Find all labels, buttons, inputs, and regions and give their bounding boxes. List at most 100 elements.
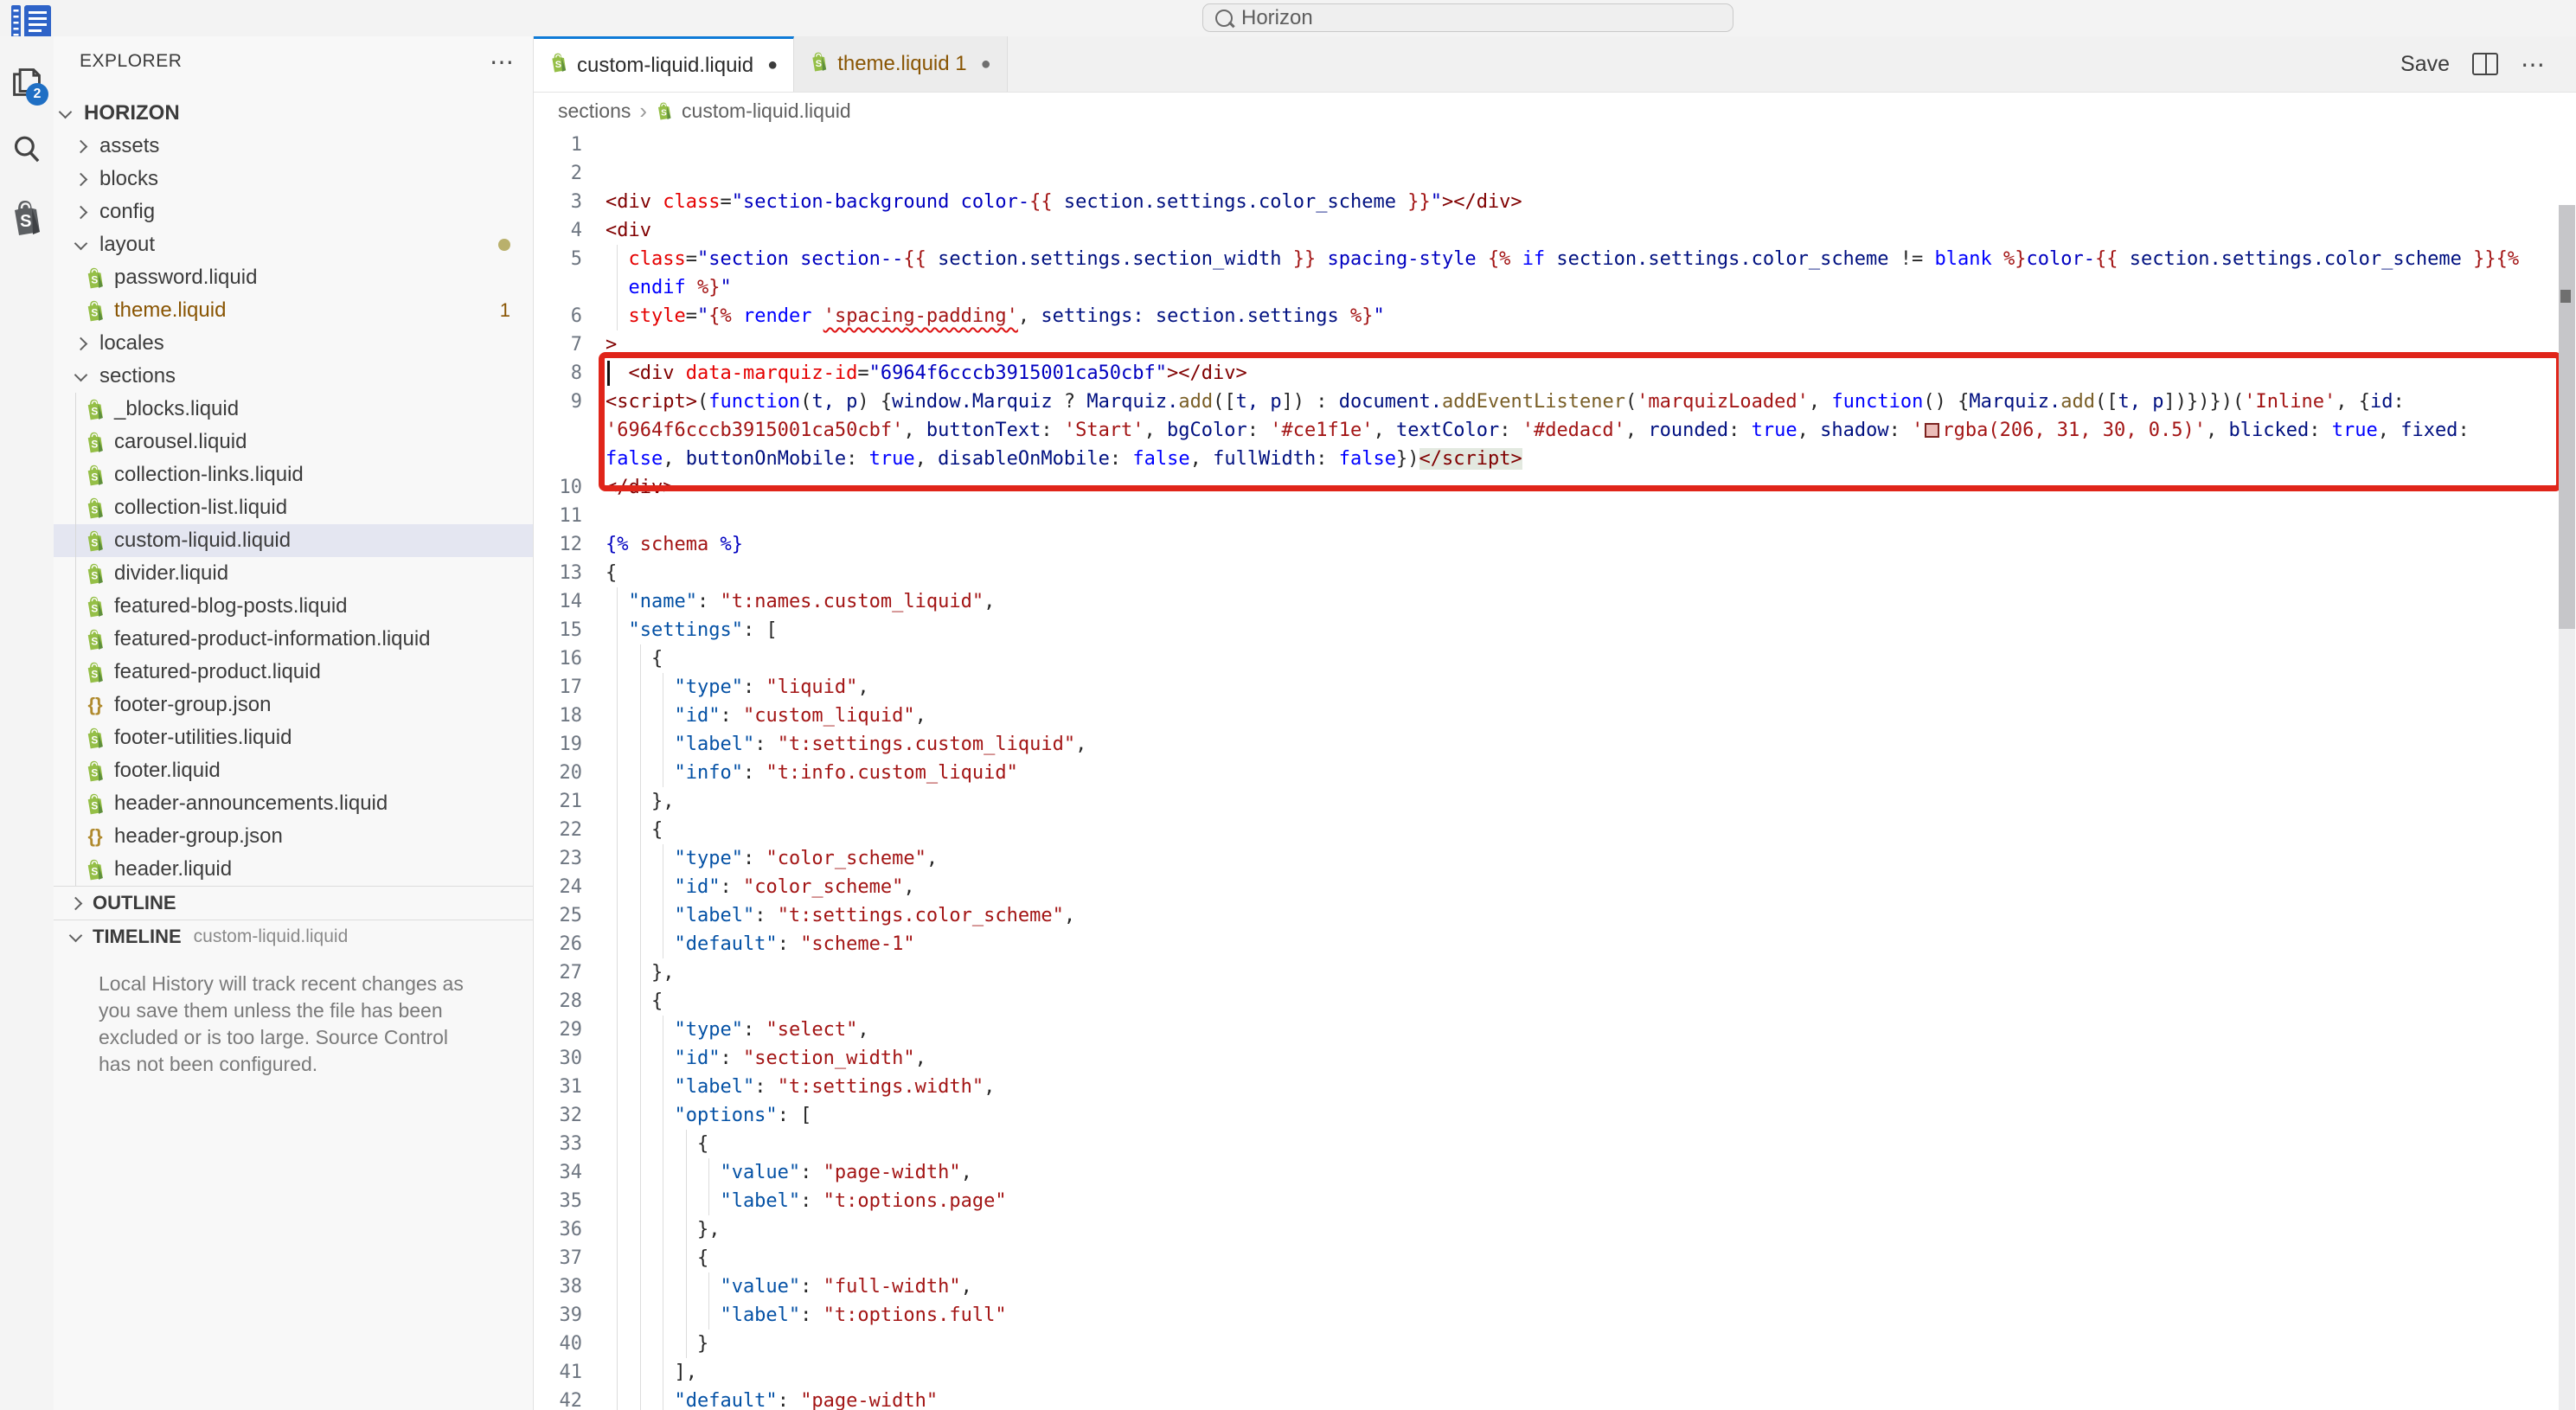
tree-item-blocks[interactable]: blocks	[54, 163, 533, 195]
code-line[interactable]: 18 "id": "custom_liquid",	[534, 702, 2576, 730]
indent-guide	[617, 644, 618, 673]
timeline-section-header[interactable]: TIMELINE custom-liquid.liquid	[54, 920, 533, 953]
indent-guide	[686, 1187, 687, 1215]
code-line[interactable]: 6 style="{% render 'spacing-padding', se…	[534, 302, 2576, 330]
code-line[interactable]: 26 "default": "scheme-1"	[534, 930, 2576, 958]
code-line[interactable]: 37 {	[534, 1244, 2576, 1272]
tree-item-featured-product-information-liquid[interactable]: Sfeatured-product-information.liquid	[54, 623, 533, 656]
code-line[interactable]: 25 "label": "t:settings.color_scheme",	[534, 901, 2576, 930]
indent-guide	[640, 1387, 641, 1410]
tree-item-footer-liquid[interactable]: Sfooter.liquid	[54, 754, 533, 787]
code-line[interactable]: 41 ],	[534, 1358, 2576, 1387]
tree-item-sections[interactable]: sections	[54, 360, 533, 393]
tree-item-label: carousel.liquid	[114, 430, 247, 454]
tree-item-custom-liquid-liquid[interactable]: Scustom-liquid.liquid	[54, 524, 533, 557]
tab-custom-liquid-liquid[interactable]: Scustom-liquid.liquid●	[534, 36, 794, 92]
tree-item-divider-liquid[interactable]: Sdivider.liquid	[54, 557, 533, 590]
code-line[interactable]: 19 "label": "t:settings.custom_liquid",	[534, 730, 2576, 759]
tree-item-carousel-liquid[interactable]: Scarousel.liquid	[54, 426, 533, 458]
tree-item-label: _blocks.liquid	[114, 397, 239, 421]
code-line[interactable]: 15 "settings": [	[534, 616, 2576, 644]
code-line[interactable]: 27 },	[534, 958, 2576, 987]
code-line[interactable]: 16 {	[534, 644, 2576, 673]
scrollbar-thumb[interactable]	[2559, 205, 2575, 629]
code-line[interactable]: 17 "type": "liquid",	[534, 673, 2576, 702]
code-line[interactable]: 14 "name": "t:names.custom_liquid",	[534, 587, 2576, 616]
code-line[interactable]: 1	[534, 131, 2576, 159]
explorer-activity-button[interactable]: 2	[0, 48, 54, 116]
search-activity-button[interactable]	[0, 116, 54, 183]
tree-item-header-announcements-liquid[interactable]: Sheader-announcements.liquid	[54, 787, 533, 820]
json-icon: {}	[85, 694, 106, 716]
code-line[interactable]: 4<div	[534, 216, 2576, 245]
code-line[interactable]: 11	[534, 502, 2576, 530]
code-line[interactable]: 40 }	[534, 1330, 2576, 1358]
code-line[interactable]: 20 "info": "t:info.custom_liquid"	[534, 759, 2576, 787]
code-line[interactable]: 36 },	[534, 1215, 2576, 1244]
code-line[interactable]: '6964f6cccb3915001ca50cbf', buttonText: …	[534, 416, 2576, 445]
code-line[interactable]: 5 class="section section--{{ section.set…	[534, 245, 2576, 273]
command-center-search[interactable]: Horizon	[1202, 3, 1733, 32]
code-line[interactable]: 9<script>(function(t, p) {window.Marquiz…	[534, 388, 2576, 416]
tree-item-locales[interactable]: locales	[54, 327, 533, 360]
code-line[interactable]: 22 {	[534, 816, 2576, 844]
code-line[interactable]: 12{% schema %}	[534, 530, 2576, 559]
code-line[interactable]: 13{	[534, 559, 2576, 587]
code-line[interactable]: 38 "value": "full-width",	[534, 1272, 2576, 1301]
breadcrumb-file[interactable]: custom-liquid.liquid	[682, 99, 851, 123]
tree-item-horizon[interactable]: HORIZON	[54, 97, 533, 130]
code-line[interactable]: 33 {	[534, 1130, 2576, 1158]
breadcrumb-folder[interactable]: sections	[558, 99, 631, 123]
code-line[interactable]: 39 "label": "t:options.full"	[534, 1301, 2576, 1330]
indent-guide	[640, 1272, 641, 1301]
code-editor[interactable]: 123<div class="section-background color-…	[534, 129, 2576, 1410]
code-line[interactable]: 21 },	[534, 787, 2576, 816]
tree-item-collection-links-liquid[interactable]: Scollection-links.liquid	[54, 458, 533, 491]
code-line[interactable]: 3<div class="section-background color-{{…	[534, 188, 2576, 216]
tree-item-layout[interactable]: layout	[54, 228, 533, 261]
code-line[interactable]: 28 {	[534, 987, 2576, 1016]
code-line[interactable]: 31 "label": "t:settings.width",	[534, 1073, 2576, 1101]
code-line[interactable]: 32 "options": [	[534, 1101, 2576, 1130]
code-text: }	[606, 1330, 708, 1358]
code-line[interactable]: 30 "id": "section_width",	[534, 1044, 2576, 1073]
tree-item-featured-product-liquid[interactable]: Sfeatured-product.liquid	[54, 656, 533, 689]
code-line[interactable]: 2	[534, 159, 2576, 188]
save-button[interactable]: Save	[2400, 52, 2450, 77]
tree-item-password-liquid[interactable]: Spassword.liquid	[54, 261, 533, 294]
shopify-icon: S	[85, 497, 106, 519]
tree-item-footer-utilities-liquid[interactable]: Sfooter-utilities.liquid	[54, 721, 533, 754]
code-line[interactable]: false, buttonOnMobile: true, disableOnMo…	[534, 445, 2576, 473]
code-line[interactable]: 23 "type": "color_scheme",	[534, 844, 2576, 873]
tree-item--blocks-liquid[interactable]: S_blocks.liquid	[54, 393, 533, 426]
tab-theme-liquid[interactable]: Stheme.liquid 1●	[794, 36, 1008, 92]
code-line[interactable]: 7>	[534, 330, 2576, 359]
code-line[interactable]: 34 "value": "page-width",	[534, 1158, 2576, 1187]
vertical-scrollbar[interactable]	[2559, 205, 2575, 1410]
code-text: "value": "page-width",	[606, 1158, 972, 1187]
code-line[interactable]: 24 "id": "color_scheme",	[534, 873, 2576, 901]
timeline-title: TIMELINE	[93, 926, 182, 948]
code-line[interactable]: endif %}"	[534, 273, 2576, 302]
split-editor-icon[interactable]	[2472, 53, 2498, 75]
code-line[interactable]: 42 "default": "page-width"	[534, 1387, 2576, 1410]
tree-item-assets[interactable]: assets	[54, 130, 533, 163]
explorer-more-icon[interactable]: ⋯	[490, 48, 516, 76]
code-line[interactable]: 35 "label": "t:options.page"	[534, 1187, 2576, 1215]
code-line[interactable]: 29 "type": "select",	[534, 1016, 2576, 1044]
shopify-activity-button[interactable]: S	[0, 183, 54, 251]
outline-section-header[interactable]: OUTLINE	[54, 886, 533, 920]
editor-more-icon[interactable]: ⋯	[2521, 50, 2547, 79]
tree-item-footer-group-json[interactable]: {}footer-group.json	[54, 689, 533, 721]
line-number: 27	[534, 958, 582, 987]
tree-item-config[interactable]: config	[54, 195, 533, 228]
tree-item-collection-list-liquid[interactable]: Scollection-list.liquid	[54, 491, 533, 524]
tree-item-header-liquid[interactable]: Sheader.liquid	[54, 853, 533, 886]
tree-item-header-group-json[interactable]: {}header-group.json	[54, 820, 533, 853]
tree-item-theme-liquid[interactable]: Stheme.liquid1	[54, 294, 533, 327]
code-line[interactable]: 10</div>	[534, 473, 2576, 502]
modified-dot-icon[interactable]: ●	[981, 54, 991, 74]
modified-dot-icon[interactable]: ●	[767, 55, 778, 75]
tree-item-featured-blog-posts-liquid[interactable]: Sfeatured-blog-posts.liquid	[54, 590, 533, 623]
code-line[interactable]: 8 <div data-marquiz-id="6964f6cccb391500…	[534, 359, 2576, 388]
